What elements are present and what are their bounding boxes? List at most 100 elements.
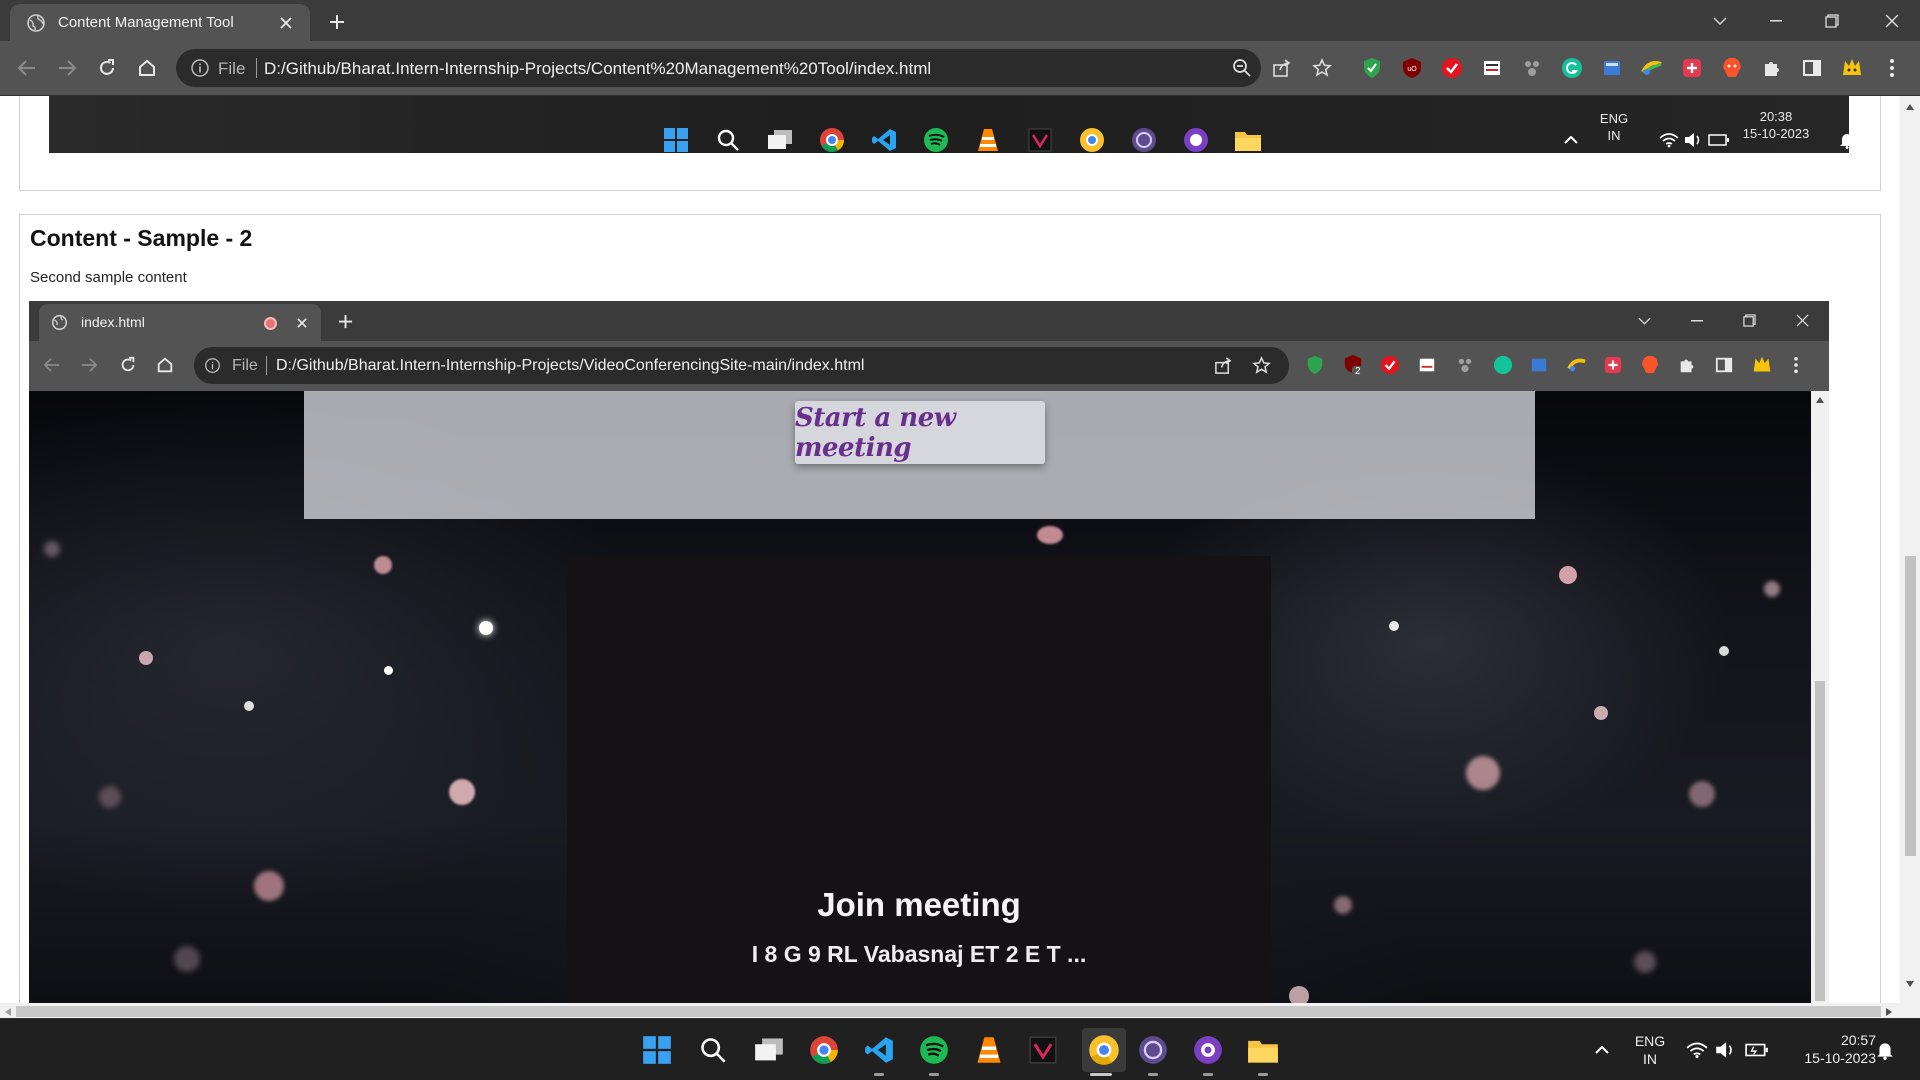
inner-chevron-icon bbox=[1638, 317, 1651, 325]
language-indicator[interactable]: ENG IN bbox=[1625, 1032, 1675, 1068]
side-panel-icon[interactable] bbox=[1799, 55, 1825, 81]
inner-minimize-icon bbox=[1691, 320, 1703, 322]
close-window-icon[interactable] bbox=[1864, 0, 1920, 41]
mini-vscode-icon bbox=[870, 126, 898, 154]
inner-ublock-icon: 2 bbox=[1343, 354, 1365, 380]
inner-tab-strip: index.html bbox=[29, 301, 1829, 341]
forward-icon[interactable] bbox=[52, 53, 82, 83]
zoom-icon[interactable] bbox=[1230, 56, 1254, 80]
chrome-icon[interactable] bbox=[807, 1033, 841, 1067]
reload-icon[interactable] bbox=[92, 53, 122, 83]
task-view-icon[interactable] bbox=[752, 1033, 786, 1067]
add-square-icon[interactable] bbox=[1679, 55, 1705, 81]
content-image-2: index.html File D:/Github/Bharat.Intern-… bbox=[29, 301, 1829, 1003]
inner-url-text: D:/Github/Bharat.Intern-Internship-Proje… bbox=[276, 357, 865, 374]
ublock-icon[interactable]: uO bbox=[1399, 55, 1425, 81]
bokeh-dot bbox=[1466, 756, 1500, 790]
address-bar[interactable]: File D:/Github/Bharat.Intern-Internship-… bbox=[176, 49, 1332, 87]
back-icon[interactable] bbox=[12, 53, 42, 83]
search-icon[interactable] bbox=[696, 1033, 730, 1067]
screenshot-taskbar: ENG IN 20:38 15-10-2023 bbox=[49, 96, 1854, 154]
new-tab-button[interactable] bbox=[322, 8, 352, 36]
inner-add-square-icon bbox=[1604, 356, 1622, 374]
app-v-icon[interactable] bbox=[1026, 1033, 1060, 1067]
inner-clipper-icon bbox=[1419, 358, 1435, 372]
minimize-icon[interactable] bbox=[1748, 0, 1804, 41]
notification-bell-icon[interactable] bbox=[1868, 1033, 1902, 1067]
meeting-code-text: I 8 G 9 RL Vabasnaj ET 2 E T ... bbox=[751, 941, 1087, 967]
inner-share-icon bbox=[1215, 357, 1232, 374]
language-line-2: IN bbox=[1643, 1051, 1657, 1067]
volume-icon[interactable] bbox=[1708, 1033, 1742, 1067]
bokeh-dot bbox=[374, 556, 392, 574]
scroll-down-icon[interactable] bbox=[1906, 981, 1914, 987]
bokeh-dot bbox=[174, 946, 200, 972]
vertical-scroll-thumb[interactable] bbox=[1905, 556, 1916, 856]
bookmark-star-icon[interactable] bbox=[1310, 56, 1334, 80]
inner-reload-icon bbox=[121, 356, 135, 372]
content-title: Content - Sample - 2 bbox=[30, 225, 253, 251]
tab-search-chevron-icon[interactable] bbox=[1692, 0, 1748, 41]
clipper-icon[interactable] bbox=[1479, 55, 1505, 81]
tab-close-icon[interactable] bbox=[276, 13, 296, 33]
spotify-icon[interactable] bbox=[917, 1033, 951, 1067]
vscode-icon[interactable] bbox=[862, 1033, 896, 1067]
bokeh-dot bbox=[1334, 896, 1352, 914]
scroll-up-icon[interactable] bbox=[1906, 104, 1914, 110]
horizontal-scroll-thumb[interactable] bbox=[16, 1006, 1881, 1017]
screen-capture-icon[interactable] bbox=[1599, 55, 1625, 81]
chrome-canary-icon[interactable] bbox=[1082, 1028, 1126, 1072]
mini-tray-chevron-icon bbox=[1557, 126, 1585, 154]
bokeh-dot bbox=[1594, 706, 1608, 720]
home-icon[interactable] bbox=[132, 53, 162, 83]
color-picker-icon[interactable] bbox=[1639, 55, 1665, 81]
inner-screen-capture-icon bbox=[1531, 358, 1547, 372]
file-explorer-icon[interactable] bbox=[1246, 1033, 1280, 1067]
windows-taskbar: ENG IN 20:57 15-10-2023 bbox=[0, 1018, 1920, 1080]
browser-tab-active[interactable]: Content Management Tool bbox=[10, 4, 310, 41]
join-meeting-panel: Join meeting I 8 G 9 RL Vabasnaj ET 2 E … bbox=[567, 556, 1271, 1003]
inner-menu-kebab-icon bbox=[1794, 356, 1798, 374]
mini-search-icon bbox=[714, 126, 742, 154]
inner-side-panel-icon bbox=[1715, 357, 1733, 373]
menu-kebab-icon[interactable] bbox=[1879, 55, 1905, 81]
profile-avatar[interactable] bbox=[1839, 55, 1865, 81]
bokeh-dot bbox=[1764, 581, 1780, 597]
grammarly-icon[interactable] bbox=[1559, 55, 1585, 81]
language-line-1: ENG bbox=[1634, 1033, 1666, 1049]
inner-grammarly-icon bbox=[1493, 355, 1513, 375]
bokeh-dot bbox=[139, 651, 153, 665]
extensions-puzzle-icon[interactable] bbox=[1759, 55, 1785, 81]
github-icon[interactable] bbox=[1191, 1033, 1225, 1067]
todo-check-icon[interactable] bbox=[1439, 55, 1465, 81]
brave-lion-icon[interactable] bbox=[1719, 55, 1745, 81]
mini-lang: ENG IN bbox=[1599, 111, 1629, 143]
page-vertical-scrollbar[interactable] bbox=[1900, 96, 1920, 1018]
restore-icon[interactable] bbox=[1804, 0, 1860, 41]
site-info-icon[interactable] bbox=[190, 58, 210, 78]
inner-scroll-thumb bbox=[1815, 681, 1825, 1001]
active-indicator bbox=[1090, 1073, 1112, 1076]
tray-chevron-icon[interactable] bbox=[1585, 1033, 1619, 1067]
url-text[interactable]: D:/Github/Bharat.Intern-Internship-Proje… bbox=[264, 59, 931, 79]
running-indicator bbox=[929, 1073, 939, 1076]
globe-icon bbox=[27, 13, 45, 32]
browser-e-icon[interactable] bbox=[1136, 1033, 1170, 1067]
shield-extension-icon[interactable] bbox=[1359, 55, 1385, 81]
bokeh-dot bbox=[1037, 526, 1063, 544]
share-icon[interactable] bbox=[1270, 56, 1294, 80]
vlc-icon[interactable] bbox=[972, 1033, 1006, 1067]
battery-icon[interactable] bbox=[1740, 1033, 1774, 1067]
scroll-left-icon[interactable] bbox=[5, 1008, 11, 1016]
inner-tab-close-icon bbox=[297, 318, 307, 328]
start-icon[interactable] bbox=[640, 1033, 674, 1067]
content-description: Second sample content bbox=[30, 269, 187, 286]
puzzle-alt-icon[interactable] bbox=[1519, 55, 1545, 81]
inner-shield-extension-icon bbox=[1307, 356, 1323, 374]
bokeh-dot bbox=[1719, 646, 1729, 656]
inner-tab-title: index.html bbox=[81, 314, 145, 330]
inner-address-bar: File D:/Github/Bharat.Intern-Internship-… bbox=[194, 347, 1289, 384]
inner-toolbar: File D:/Github/Bharat.Intern-Internship-… bbox=[29, 341, 1829, 391]
scroll-right-icon[interactable] bbox=[1886, 1008, 1892, 1016]
clock[interactable]: 20:57 15-10-2023 bbox=[1776, 1031, 1876, 1067]
